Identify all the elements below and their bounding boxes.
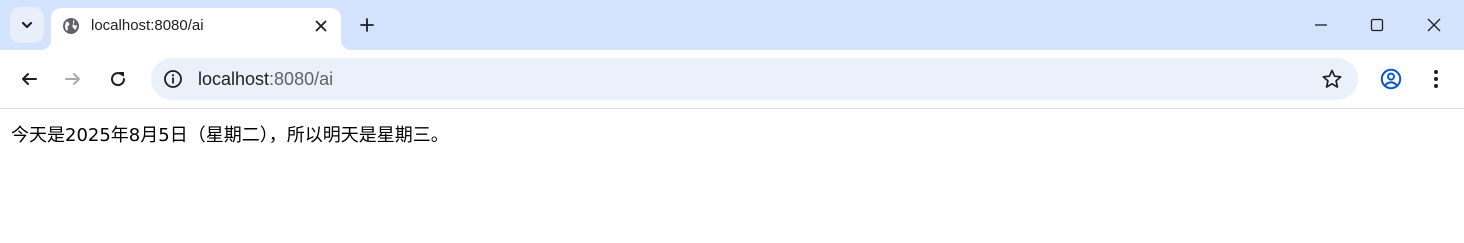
url-host: localhost xyxy=(198,69,270,89)
profile-icon xyxy=(1380,68,1402,90)
info-icon xyxy=(164,70,182,88)
tab-active[interactable]: localhost:8080/ai xyxy=(51,8,341,50)
browser-toolbar: localhost:8080/ai xyxy=(0,50,1464,108)
url-path: :8080/ai xyxy=(269,69,334,89)
plus-icon xyxy=(360,18,374,32)
maximize-icon xyxy=(1370,18,1384,32)
forward-arrow-icon xyxy=(65,73,80,85)
close-icon xyxy=(315,20,327,32)
maximize-button[interactable] xyxy=(1362,10,1392,40)
tab-close-button[interactable] xyxy=(311,16,331,36)
close-window-button[interactable] xyxy=(1419,10,1449,40)
chevron-down-icon xyxy=(21,21,33,29)
reload-button[interactable] xyxy=(101,62,135,96)
forward-button[interactable] xyxy=(56,62,90,96)
page-body-text: 今天是2025年8月5日（星期二），所以明天是星期三。 xyxy=(11,125,449,146)
site-info-button[interactable] xyxy=(161,67,185,91)
minimize-icon xyxy=(1315,24,1327,26)
globe-icon xyxy=(63,18,79,34)
bookmark-button[interactable] xyxy=(1320,67,1344,91)
reload-icon xyxy=(111,72,126,87)
menu-button[interactable] xyxy=(1419,62,1453,96)
tab-title: localhost:8080/ai xyxy=(91,17,204,34)
tab-strip: localhost:8080/ai xyxy=(0,0,1464,50)
browser-window: localhost:8080/ai localhost:8080/ai 今天是2… xyxy=(0,0,1464,243)
close-icon xyxy=(1427,18,1441,32)
profile-button[interactable] xyxy=(1374,62,1408,96)
star-icon xyxy=(1322,69,1342,88)
kebab-menu-icon xyxy=(1434,70,1438,88)
url-text[interactable]: localhost:8080/ai xyxy=(198,68,333,90)
new-tab-button[interactable] xyxy=(352,10,382,40)
back-button[interactable] xyxy=(12,62,46,96)
page-content: 今天是2025年8月5日（星期二），所以明天是星期三。 xyxy=(0,109,1464,243)
minimize-button[interactable] xyxy=(1306,10,1336,40)
back-arrow-icon xyxy=(22,73,37,85)
tab-search-button[interactable] xyxy=(10,7,44,43)
address-bar[interactable]: localhost:8080/ai xyxy=(151,58,1358,100)
